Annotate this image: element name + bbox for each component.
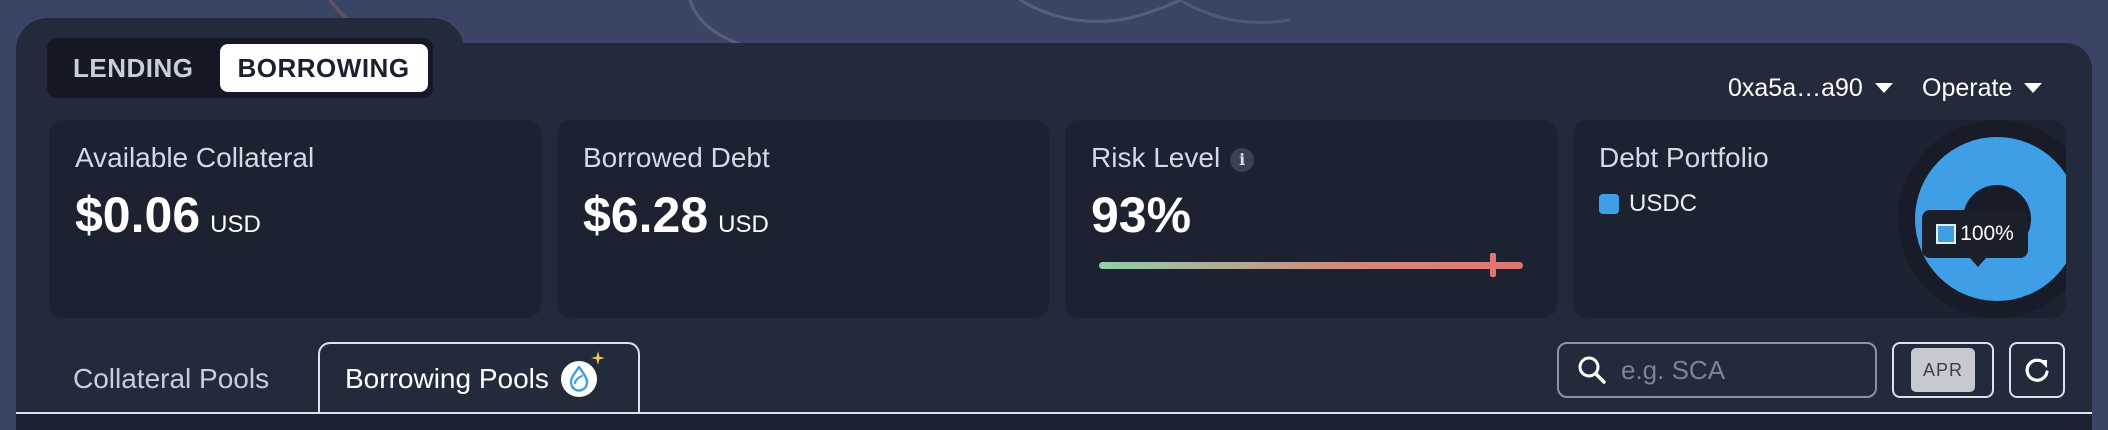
borrowed-debt-card: Borrowed Debt $6.28 USD (557, 120, 1049, 318)
operate-dropdown[interactable]: Operate (1922, 72, 2043, 104)
operate-label: Operate (1922, 73, 2013, 102)
risk-percentage: 93% (1091, 187, 1192, 243)
tab-collateral-pools[interactable]: Collateral Pools (73, 344, 269, 414)
info-icon[interactable]: i (1230, 147, 1255, 172)
apr-toggle[interactable]: APR (1892, 342, 1994, 398)
collateral-amount: $0.06 (75, 187, 201, 243)
chevron-down-icon (2024, 83, 2043, 93)
legend-item: USDC (1599, 190, 1697, 218)
risk-level-card: Risk Level i 93% (1065, 120, 1557, 318)
search-box[interactable] (1557, 342, 1877, 398)
card-value: 93% (1091, 186, 1191, 244)
card-title: Risk Level i (1091, 142, 1255, 174)
search-input[interactable] (1621, 354, 1861, 386)
currency-unit: USD (210, 211, 261, 238)
card-value: $6.28 USD (583, 186, 769, 244)
borrowing-tab[interactable]: BORROWING (219, 44, 428, 92)
pools-table-top (16, 414, 2092, 430)
mode-toggle: LENDING BORROWING (47, 38, 433, 98)
card-title: Debt Portfolio (1599, 142, 1769, 173)
risk-level-bar (1099, 253, 1523, 277)
tooltip-value: 100% (1960, 222, 2014, 245)
lending-tab[interactable]: LENDING (55, 44, 212, 92)
tooltip-swatch (1936, 224, 1957, 244)
debt-portfolio-card: Debt Portfolio USDC 100% (1573, 120, 2066, 318)
tab-label: Borrowing Pools (345, 363, 549, 394)
refresh-icon (2025, 358, 2049, 382)
search-icon (1578, 356, 1606, 384)
debt-portfolio-chart: 100% (1898, 120, 2066, 318)
tab-borrowing-pools[interactable]: Borrowing Pools (318, 342, 640, 414)
wallet-address: 0xa5a…a90 (1728, 73, 1863, 102)
legend-swatch (1599, 194, 1619, 214)
currency-unit: USD (718, 211, 769, 238)
chevron-down-icon (1874, 83, 1893, 93)
card-value: $0.06 USD (75, 186, 261, 244)
risk-title: Risk Level (1091, 142, 1221, 173)
debt-amount: $6.28 (583, 187, 709, 243)
risk-level-marker (1490, 253, 1497, 277)
tab-label: Collateral Pools (73, 363, 270, 394)
wallet-dropdown[interactable]: 0xa5a…a90 (1728, 72, 1893, 104)
apr-toggle-knob: APR (1911, 348, 1975, 392)
legend-label: USDC (1629, 190, 1698, 217)
chart-tooltip: 100% (1922, 210, 2028, 267)
sui-droplet-icon (560, 351, 605, 397)
refresh-button[interactable] (2009, 342, 2065, 398)
card-title: Borrowed Debt (583, 142, 770, 173)
card-title: Available Collateral (75, 142, 315, 173)
sparkle-icon (590, 351, 605, 365)
available-collateral-card: Available Collateral $0.06 USD (49, 120, 541, 318)
